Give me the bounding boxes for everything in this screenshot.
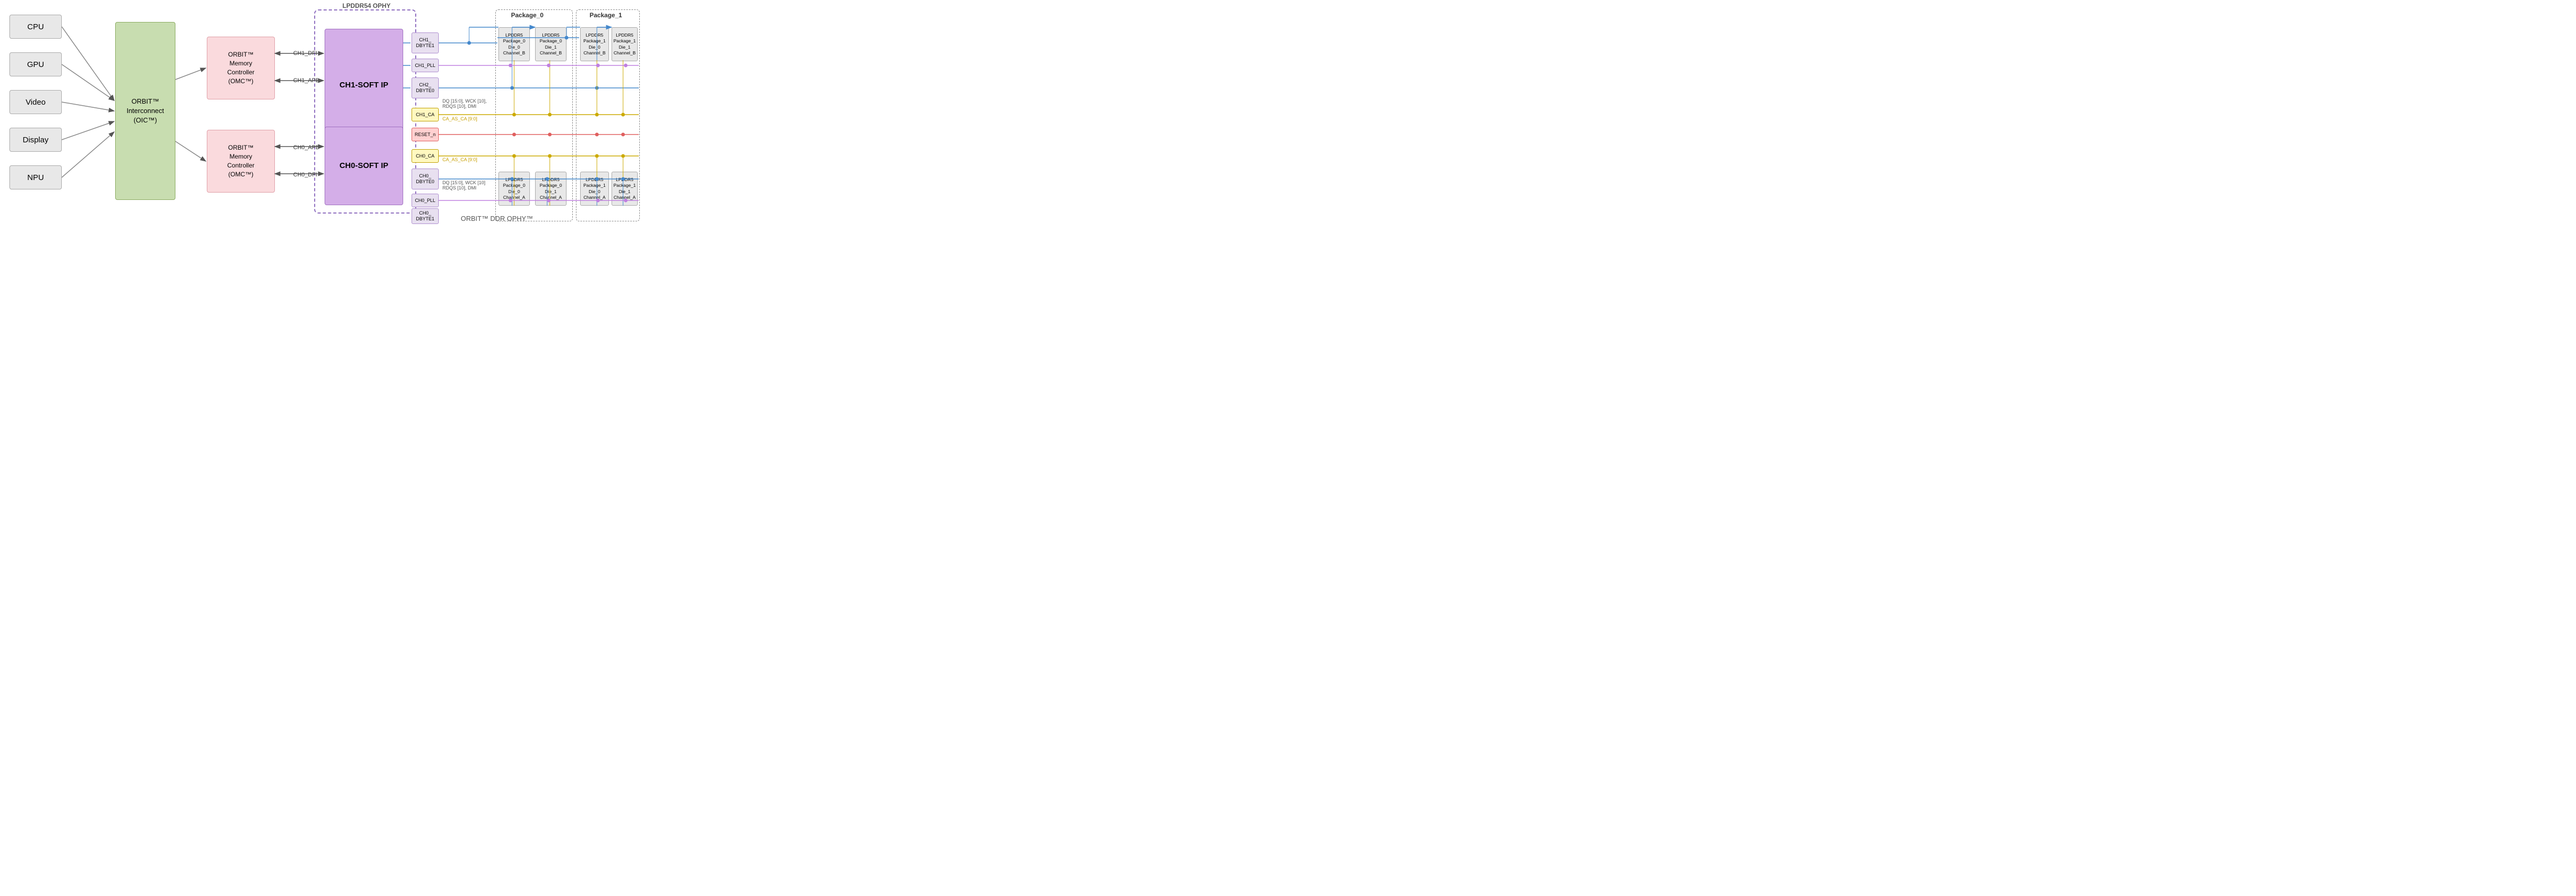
architecture-diagram: CPU GPU Video Display NPU ORBIT™ Interco…	[0, 0, 644, 224]
ch1-apb-label: CH1_APB	[293, 77, 319, 84]
lane-ch1-dbyte1: CH1_DBYTE1	[412, 32, 439, 53]
lane-ch0-pll: CH0_PLL	[412, 194, 439, 207]
ca-signal-label-ch0: CA_AS_CA [9:0]	[442, 157, 478, 162]
display-box: Display	[9, 128, 62, 152]
chip-p0-d0-cb: LPDDR5Package_0Die_0Channel_B	[498, 27, 530, 61]
chip-p0-d1-cb: LPDDR5Package_0Die_1Channel_B	[535, 27, 567, 61]
ch0-softip-box: CH0-SOFT IP	[325, 127, 403, 205]
dq-signal-label-ch1: DQ [15:0], WCK [10],RDQS [10], DMI	[442, 98, 487, 109]
orbit-ddr-ophy-label: ORBIT™ DDR OPHY™	[461, 215, 533, 222]
lane-ch1-ca: CH1_CA	[412, 108, 439, 121]
chip-p1-d0-ca: LPDDR5Package_1Die_0Channel_A	[580, 172, 609, 206]
ca-signal-label-ch1: CA_AS_CA [9:0]	[442, 116, 478, 121]
lane-ch0-dbyte0: CH0_DBYTE0	[412, 169, 439, 189]
omc-ch1-box: ORBIT™ Memory Controller (OMC™)	[207, 37, 275, 99]
lane-ch2-dbyte0: CH2_DBYTE0	[412, 77, 439, 98]
package-0-label: Package_0	[511, 12, 543, 19]
oic-box: ORBIT™ Interconnect (OIC™)	[115, 22, 175, 200]
ophy-title: LPDDR54 OPHY	[325, 2, 408, 9]
chip-p0-d1-ca: LPDDR5Package_0Die_1Channel_A	[535, 172, 567, 206]
chip-p1-d1-cb: LPDDR5Package_1Die_1Channel_B	[612, 27, 638, 61]
ch0-apb-label: CH0_APB	[293, 144, 319, 151]
chip-p0-d0-ca: LPDDR5Package_0Die_0Channel_A	[498, 172, 530, 206]
lane-ch0-dbyte1: CH0_DBYTE1	[412, 208, 439, 224]
npu-box: NPU	[9, 165, 62, 189]
lane-ch1-pll: CH1_PLL	[412, 59, 439, 72]
omc-ch0-box: ORBIT™ Memory Controller (OMC™)	[207, 130, 275, 193]
ch0-dfi-label: CH0_DFI	[293, 172, 317, 178]
cpu-box: CPU	[9, 15, 62, 39]
gpu-box: GPU	[9, 52, 62, 76]
chip-p1-d1-ca: LPDDR5Package_1Die_1Channel_A	[612, 172, 638, 206]
lane-ch0-ca: CH0_CA	[412, 149, 439, 163]
ch1-dfi-label: CH1_DFI	[293, 50, 317, 57]
package-1-label: Package_1	[590, 12, 622, 19]
chip-p1-d0-cb: LPDDR5Package_1Die_0Channel_B	[580, 27, 609, 61]
ch1-softip-box: CH1-SOFT IP	[325, 29, 403, 141]
dq-signal-label-ch0: DQ [15:0], WCK [10]RDQS [10], DMI	[442, 180, 485, 191]
video-box: Video	[9, 90, 62, 114]
lane-reset-n: RESET_n	[412, 128, 439, 141]
